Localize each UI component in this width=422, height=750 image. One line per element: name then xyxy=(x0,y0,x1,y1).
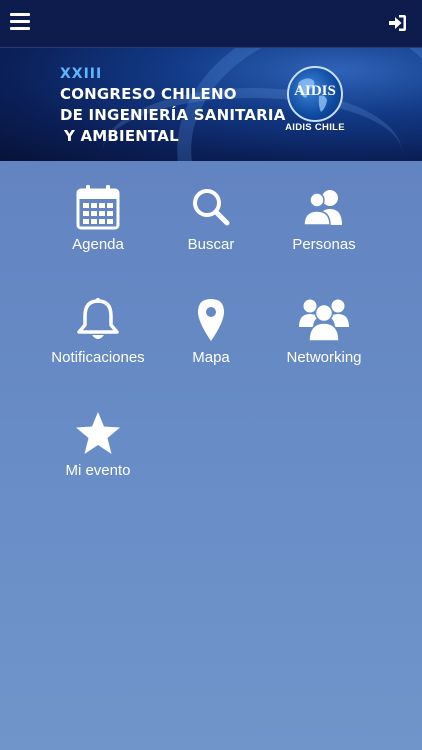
bell-icon xyxy=(41,296,155,344)
menu-item-mapa[interactable]: Mapa xyxy=(154,296,268,386)
banner-line-3: Y AMBIENTAL xyxy=(64,127,179,145)
banner-line-2: DE INGENIERÍA SANITARIA xyxy=(60,106,286,124)
banner-line-1: CONGRESO CHILENO xyxy=(60,85,237,103)
menu-item-label: Agenda xyxy=(72,236,124,253)
event-banner: XXIII CONGRESO CHILENO DE INGENIERÍA SAN… xyxy=(0,48,422,161)
menu-item-notificaciones[interactable]: Notificaciones xyxy=(41,296,155,386)
banner-edition: XXIII xyxy=(60,66,103,82)
people-icon xyxy=(267,183,381,231)
menu-item-label: Mi evento xyxy=(65,462,131,479)
menu-item-label: Notificaciones xyxy=(51,349,145,366)
menu-item-personas[interactable]: Personas xyxy=(267,183,381,273)
banner-title: XXIII CONGRESO CHILENO DE INGENIERÍA SAN… xyxy=(60,64,286,147)
hamburger-menu-icon[interactable] xyxy=(10,13,30,33)
menu-item-networking[interactable]: Networking xyxy=(267,296,381,386)
menu-item-agenda[interactable]: Agenda xyxy=(41,183,155,273)
logo-text: AIDIS xyxy=(294,83,336,99)
map-pin-icon xyxy=(154,296,268,344)
top-bar xyxy=(0,0,422,48)
logo-subtitle: AIDIS CHILE xyxy=(285,122,345,133)
calendar-icon xyxy=(41,183,155,231)
menu-item-label: Personas xyxy=(292,236,356,253)
menu-item-label: Networking xyxy=(286,349,362,366)
search-icon xyxy=(154,183,268,231)
menu-item-buscar[interactable]: Buscar xyxy=(154,183,268,273)
group-icon xyxy=(267,296,381,344)
menu-item-label: Buscar xyxy=(187,236,235,253)
sign-in-icon[interactable] xyxy=(388,13,408,33)
star-icon xyxy=(41,409,155,457)
menu-item-label: Mapa xyxy=(192,349,230,366)
menu-item-mi-evento[interactable]: Mi evento xyxy=(41,409,155,499)
